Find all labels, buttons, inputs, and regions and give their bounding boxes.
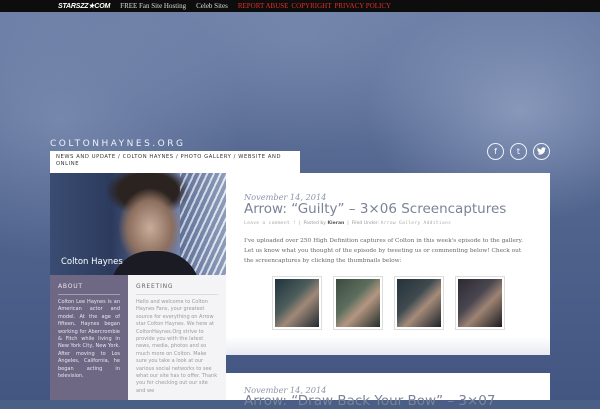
gallery-thumbnail[interactable] [455, 276, 505, 330]
about-heading: ABOUT [58, 275, 120, 295]
main-navigation[interactable]: NEWS AND UPDATE / COLTON HAYNES / PHOTO … [50, 151, 300, 173]
celeb-sites-link[interactable]: Celeb Sites [196, 2, 228, 10]
tumblr-icon[interactable]: t [510, 143, 527, 160]
copyright-link[interactable]: COPYRIGHT [291, 2, 331, 10]
posted-by-label: Posted by [303, 221, 326, 226]
header-photo: Colton Haynes [50, 173, 226, 275]
gallery-thumbnail[interactable] [333, 276, 383, 330]
site-title[interactable]: COLTONHAYNES.ORG [50, 139, 185, 149]
post-body: I've uploaded over 250 High Definition c… [244, 238, 523, 264]
post-fade [226, 337, 550, 355]
post-draw-back-your-bow: November 14, 2014 Arrow: “Draw Back Your… [226, 373, 550, 409]
greeting-heading: GREETING [136, 275, 218, 295]
photo-caption: Colton Haynes [61, 257, 123, 267]
facebook-icon[interactable]: f [487, 143, 504, 160]
gallery-thumbnail[interactable] [272, 276, 322, 330]
post-meta: Leave a comment ! | Posted by Kieran | F… [244, 221, 452, 226]
free-hosting-link[interactable]: FREE Fan Site Hosting [120, 2, 186, 10]
report-abuse-link[interactable]: REPORT ABUSE [238, 2, 289, 10]
top-toolbar: STARSZZ★COM FREE Fan Site Hosting Celeb … [0, 0, 600, 12]
starszz-logo[interactable]: STARSZZ★COM [58, 2, 110, 10]
gallery-thumbnail[interactable] [394, 276, 444, 330]
twitter-bird-icon [537, 147, 546, 155]
photo-background-pattern [180, 173, 226, 275]
post-guilty: November 14, 2014 Arrow: “Guilty” – 3×06… [226, 173, 550, 355]
thumbnail-row [272, 276, 506, 330]
post-title[interactable]: Arrow: “Guilty” – 3×06 Screencaptures [244, 201, 506, 217]
post-author[interactable]: Kieran [327, 221, 344, 226]
filed-under-label: Filed Under: [351, 221, 380, 226]
privacy-policy-link[interactable]: PRIVACY POLICY [334, 2, 391, 10]
greeting-text: Hello and welcome to Colton Haynes Fans,… [136, 299, 218, 394]
about-panel: ABOUT Colton Lee Haynes is an American a… [50, 275, 128, 400]
leave-comment-link[interactable]: Leave a comment ! [244, 221, 296, 226]
post-title[interactable]: Arrow: “Draw Back Your Bow” – 3×07 [244, 393, 495, 409]
greeting-panel: GREETING Hello and welcome to Colton Hay… [128, 275, 226, 400]
post-category[interactable]: Arrow Gallery Additions [381, 221, 452, 226]
twitter-icon[interactable] [533, 143, 550, 160]
about-text: Colton Lee Haynes is an American actor a… [58, 299, 120, 380]
